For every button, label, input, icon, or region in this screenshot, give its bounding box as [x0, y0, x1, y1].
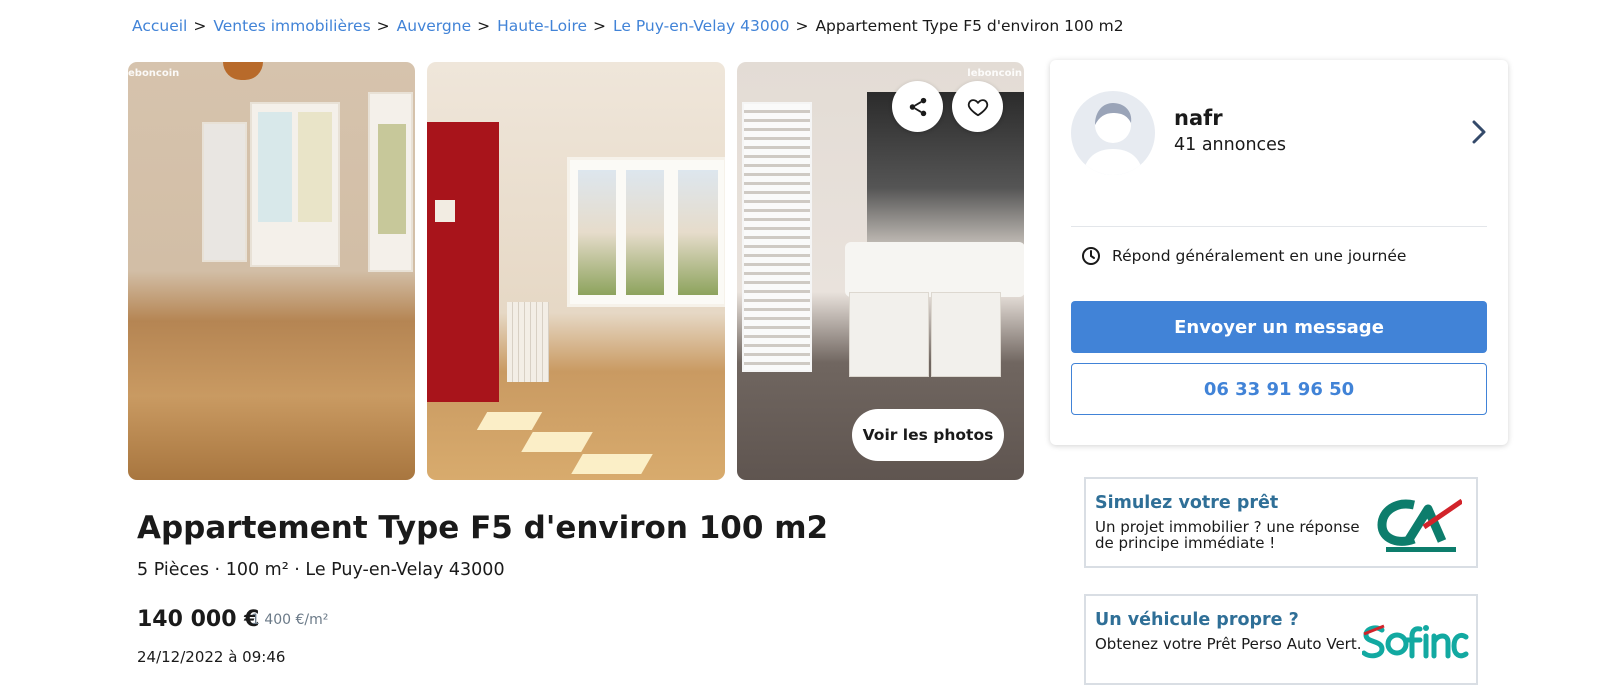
- credit-agricole-logo: [1377, 498, 1462, 552]
- ceiling-lamp: [223, 62, 263, 80]
- listing-photo-2[interactable]: [427, 62, 725, 480]
- listing-price: 140 000 €: [137, 607, 260, 632]
- watermark: eboncoin: [128, 68, 180, 79]
- share-icon: [909, 97, 926, 116]
- view-photos-button[interactable]: Voir les photos: [852, 409, 1004, 461]
- seller-name[interactable]: nafr: [1174, 106, 1223, 130]
- wall-lamp: [435, 200, 455, 222]
- response-time-text: Répond généralement en une journée: [1112, 247, 1407, 265]
- heart-icon: [967, 98, 988, 116]
- clock-icon: [1082, 247, 1100, 265]
- chevron-right-icon[interactable]: [1472, 120, 1486, 144]
- door: [202, 122, 247, 262]
- send-message-button[interactable]: Envoyer un message: [1071, 301, 1487, 353]
- breadcrumb-separator: >: [376, 17, 390, 35]
- watermark: leboncoin: [967, 68, 1022, 79]
- response-time: Répond généralement en une journée: [1081, 246, 1406, 266]
- towel-radiator: [742, 102, 812, 372]
- breadcrumb-link-haute-loire[interactable]: Haute-Loire: [497, 17, 587, 35]
- side-window: [368, 92, 413, 272]
- breadcrumb: Accueil > Ventes immobilières > Auvergne…: [132, 17, 1124, 35]
- ad-body: Un projet immobilier ? une réponse de pr…: [1095, 518, 1360, 552]
- user-avatar-icon: [1083, 103, 1143, 175]
- french-window: [250, 102, 340, 267]
- ad-heading: Un véhicule propre ?: [1095, 610, 1299, 630]
- radiator: [507, 302, 549, 382]
- cabinet: [931, 292, 1001, 377]
- phone-button[interactable]: 06 33 91 96 50: [1071, 363, 1487, 415]
- divider: [1071, 226, 1487, 227]
- breadcrumb-link-le-puy[interactable]: Le Puy-en-Velay 43000: [613, 17, 789, 35]
- sunlight-patch: [476, 412, 543, 430]
- seller-card: nafr 41 annonces Répond généralement en …: [1050, 60, 1508, 445]
- ad-green-auto-loan[interactable]: Un véhicule propre ? Obtenez votre Prêt …: [1084, 594, 1478, 685]
- avatar[interactable]: [1071, 91, 1155, 175]
- red-wall: [427, 122, 499, 402]
- ad-heading: Simulez votre prêt: [1095, 493, 1279, 513]
- sofinco-logo: [1362, 624, 1469, 659]
- washbasin: [845, 242, 1024, 297]
- price-per-m2: 1 400 €/m²: [251, 612, 329, 628]
- breadcrumb-link-auvergne[interactable]: Auvergne: [397, 17, 471, 35]
- ad-loan-simulation[interactable]: Simulez votre prêt Un projet immobilier …: [1084, 477, 1478, 568]
- cabinet: [849, 292, 929, 377]
- breadcrumb-separator: >: [477, 17, 491, 35]
- favorite-button[interactable]: [952, 81, 1003, 132]
- listing-date: 24/12/2022 à 09:46: [137, 648, 286, 666]
- breadcrumb-current: Appartement Type F5 d'environ 100 m2: [815, 17, 1124, 35]
- breadcrumb-separator: >: [795, 17, 809, 35]
- breadcrumb-separator: >: [593, 17, 607, 35]
- share-button[interactable]: [892, 81, 943, 132]
- listing-subtitle: 5 Pièces · 100 m² · Le Puy-en-Velay 4300…: [137, 560, 505, 580]
- sunlight-patch: [521, 432, 593, 452]
- breadcrumb-separator: >: [193, 17, 207, 35]
- breadcrumb-link-ventes[interactable]: Ventes immobilières: [213, 17, 370, 35]
- sunlight-patch: [571, 454, 653, 474]
- breadcrumb-link-accueil[interactable]: Accueil: [132, 17, 187, 35]
- listing-photo-1[interactable]: eboncoin: [128, 62, 415, 480]
- seller-listings-count[interactable]: 41 annonces: [1174, 135, 1286, 155]
- window: [567, 157, 725, 307]
- listing-title: Appartement Type F5 d'environ 100 m2: [137, 510, 829, 546]
- ad-body: Obtenez votre Prêt Perso Auto Vert.: [1095, 635, 1362, 653]
